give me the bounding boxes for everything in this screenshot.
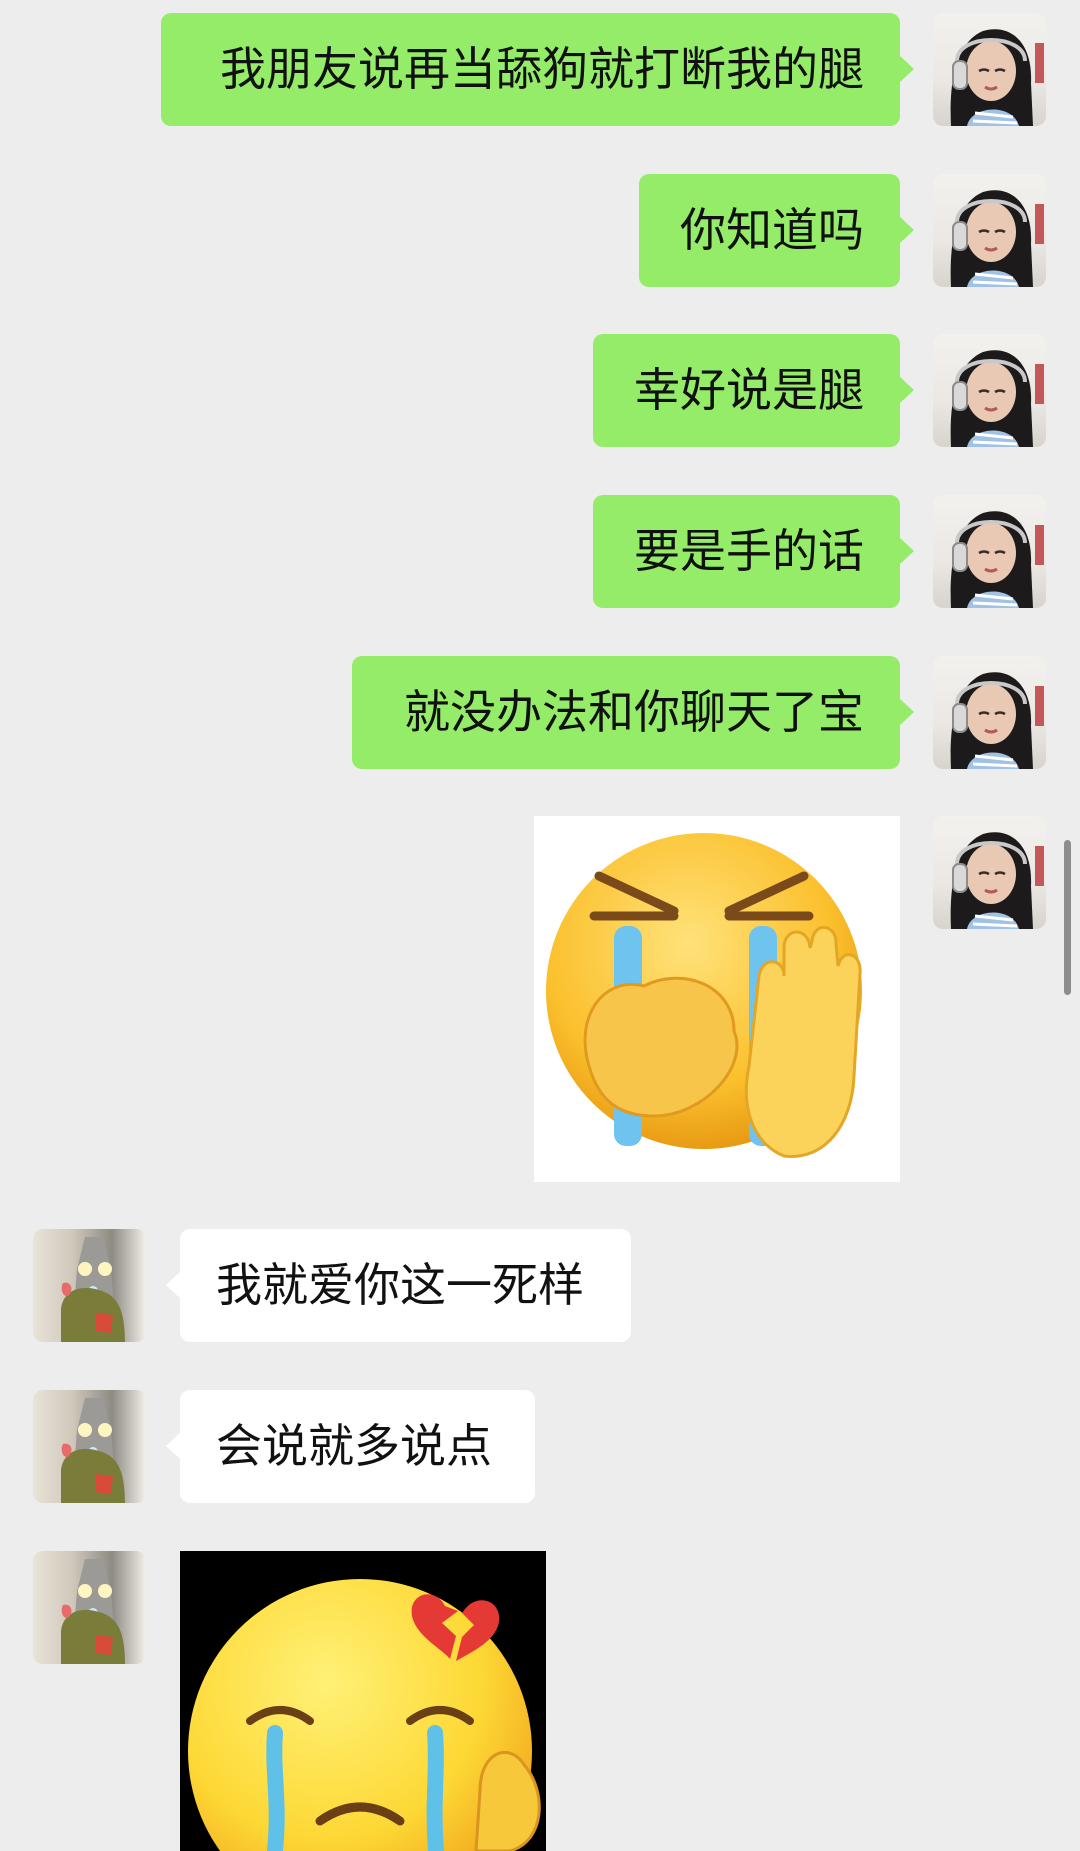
message-bubble-outgoing[interactable]: 我朋友说再当舔狗就打断我的腿 [161, 13, 914, 126]
girl-headphones-avatar-icon [950, 511, 1044, 608]
girl-headphones-avatar-icon [950, 832, 1044, 929]
message-bubble-outgoing[interactable]: 要是手的话 [593, 495, 914, 608]
message-bubble-outgoing[interactable]: 就没办法和你聊天了宝 [352, 656, 914, 769]
girl-headphones-avatar-icon [950, 190, 1044, 287]
self-avatar[interactable] [933, 13, 1046, 126]
peer-avatar[interactable] [33, 1390, 146, 1503]
girl-headphones-avatar-icon [950, 672, 1044, 769]
message-bubble-outgoing[interactable]: 你知道吗 [639, 174, 914, 287]
message-bubble-outgoing[interactable]: 幸好说是腿 [593, 334, 914, 447]
girl-headphones-avatar-icon [950, 29, 1044, 126]
self-avatar[interactable] [933, 495, 1046, 608]
peer-avatar[interactable] [33, 1229, 146, 1342]
crying-face-raised-hand-sticker-icon [546, 833, 862, 1158]
message-bubble-incoming[interactable]: 会说就多说点 [166, 1390, 535, 1503]
self-avatar[interactable] [933, 656, 1046, 769]
self-avatar[interactable] [933, 174, 1046, 287]
ultraman-avatar-icon [61, 1559, 125, 1664]
crying-face-broken-heart-sticker-icon [188, 1579, 541, 1851]
message-bubble-incoming[interactable]: 我就爱你这一死样 [166, 1229, 631, 1342]
self-avatar[interactable] [933, 334, 1046, 447]
peer-avatar[interactable] [33, 1551, 146, 1664]
sticker-message-outgoing[interactable] [534, 816, 900, 1182]
girl-headphones-avatar-icon [950, 350, 1044, 447]
self-avatar[interactable] [933, 816, 1046, 929]
scrollbar[interactable] [1064, 840, 1071, 995]
chat-message-list[interactable]: 我朋友说再当舔狗就打断我的腿 你知道吗 幸好说是腿 要是手的话 就没办法和你聊天… [0, 0, 1080, 1851]
sticker-message-incoming[interactable] [180, 1551, 546, 1851]
ultraman-avatar-icon [61, 1237, 125, 1342]
ultraman-avatar-icon [61, 1398, 125, 1503]
